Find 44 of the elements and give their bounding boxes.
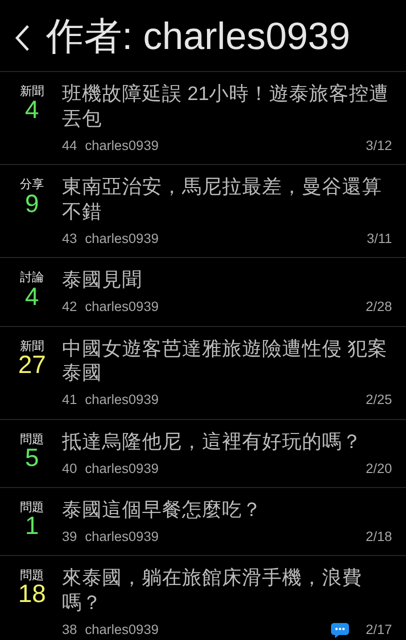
post-number: 42 — [62, 298, 78, 316]
author-name: charles0939 — [85, 528, 160, 546]
page-title: 作者: charles0939 — [46, 14, 350, 60]
post-date: 2/18 — [366, 528, 392, 546]
author-name: charles0939 — [85, 391, 160, 410]
author-name: charles0939 — [85, 620, 160, 639]
reply-count: 1 — [25, 514, 39, 540]
post-title: 來泰國，躺在旅館床滑手機，浪費嗎？ — [62, 566, 363, 616]
post-title: 泰國見聞 — [62, 268, 143, 294]
post-number: 40 — [62, 460, 78, 478]
post-date: 3/11 — [366, 230, 392, 248]
category-label: 討論 — [19, 270, 45, 285]
reply-count: 18 — [17, 582, 47, 608]
reply-count: 4 — [25, 98, 39, 124]
back-icon[interactable] — [14, 24, 30, 52]
author-name: charles0939 — [85, 136, 160, 155]
category-label: 問題 — [19, 432, 45, 446]
post-title: 泰國這個早餐怎麼吃？ — [62, 498, 263, 523]
reply-count: 27 — [17, 352, 47, 378]
post-number: 44 — [62, 136, 78, 155]
category-label: 新聞 — [19, 84, 45, 98]
post-number: 43 — [62, 230, 78, 248]
post-date: 2/28 — [366, 298, 392, 316]
post-date: 3/12 — [366, 136, 392, 155]
post-date: 2/25 — [366, 391, 392, 410]
post-number: 38 — [62, 620, 78, 639]
post-date: 2/17 — [366, 620, 392, 639]
post-title: 東南亞治安，馬尼拉最差，曼谷還算不錯 — [62, 175, 383, 226]
category-label: 問題 — [19, 500, 45, 514]
reply-count: 5 — [25, 446, 39, 472]
author-name: charles0939 — [85, 230, 160, 248]
reply-count: 9 — [25, 192, 40, 217]
post-number: 41 — [62, 391, 78, 410]
author-name: charles0939 — [85, 298, 160, 316]
category-label: 分享 — [19, 177, 45, 192]
author-name: charles0939 — [85, 460, 160, 478]
post-title: 班機故障延誤 21小時！遊泰旅客控遭丟包 — [62, 82, 390, 132]
category-label: 問題 — [19, 568, 45, 582]
post-number: 39 — [62, 528, 78, 546]
category-label: 新聞 — [19, 338, 45, 353]
post-title: 中國女遊客芭達雅旅遊險遭性侵 犯案泰國 — [62, 336, 388, 386]
reply-count: 4 — [25, 284, 39, 310]
post-title: 抵達烏隆他尼，這裡有好玩的嗎？ — [62, 430, 363, 455]
post-date: 2/20 — [366, 460, 392, 478]
